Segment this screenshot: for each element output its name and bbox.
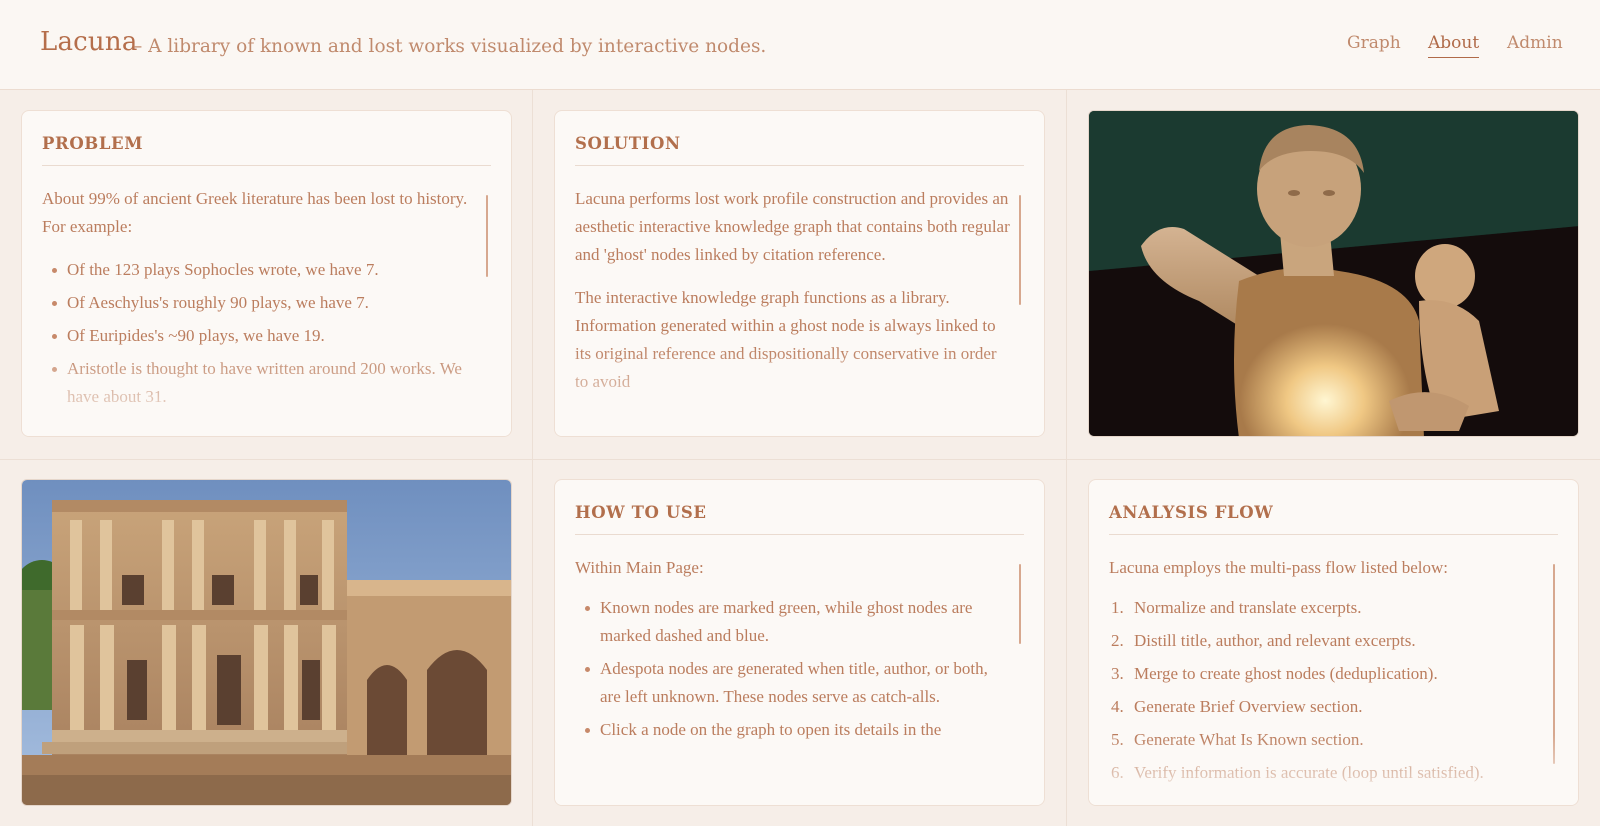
solution-paragraph: Lacuna performs lost work profile constr…	[575, 189, 1010, 264]
analysis-flow-intro: Lacuna employs the multi-pass flow liste…	[1109, 558, 1448, 577]
step-number: 3.	[1111, 664, 1124, 683]
how-to-use-scrollbar[interactable]	[1019, 564, 1021, 644]
how-to-use-card: HOW TO USE Within Main Page: Known nodes…	[554, 479, 1045, 806]
analysis-flow-card: ANALYSIS FLOW Lacuna employs the multi-p…	[1088, 479, 1579, 806]
list-item: 2. Distill title, author, and relevant ex…	[1109, 627, 1544, 655]
list-item: Of Aeschylus's roughly 90 plays, we have…	[42, 289, 477, 317]
list-item: Of Euripides's ~90 plays, we have 19.	[42, 322, 477, 350]
celsus-library-image	[22, 480, 511, 805]
analysis-flow-scrollbar[interactable]	[1553, 564, 1555, 764]
step-text: Distill title, author, and relevant exce…	[1134, 631, 1416, 650]
analysis-flow-body[interactable]: Lacuna employs the multi-pass flow liste…	[1109, 554, 1544, 805]
list-item: 5. Generate What Is Known section.	[1109, 726, 1544, 754]
list-item: Known nodes are marked green, while ghos…	[575, 594, 1010, 650]
grid-divider	[0, 459, 1600, 460]
grid-divider	[532, 90, 533, 826]
list-item: Aristotle is thought to have written aro…	[42, 355, 477, 411]
how-to-use-intro: Within Main Page:	[575, 558, 704, 577]
grid-divider	[1066, 90, 1067, 826]
solution-title: SOLUTION	[575, 134, 1024, 166]
site-header: Lacuna – A library of known and lost wor…	[0, 0, 1600, 90]
how-to-use-title: HOW TO USE	[575, 503, 1024, 535]
problem-list: Of the 123 plays Sophocles wrote, we hav…	[42, 256, 477, 411]
library-image	[21, 479, 512, 806]
problem-card: PROBLEM About 99% of ancient Greek liter…	[21, 110, 512, 437]
how-to-use-body[interactable]: Within Main Page: Known nodes are marked…	[575, 554, 1010, 805]
list-item: 1. Normalize and translate excerpts.	[1109, 594, 1544, 622]
list-item: 6. Verify information is accurate (loop u…	[1109, 759, 1544, 787]
step-number: 2.	[1111, 631, 1124, 650]
solution-scrollbar[interactable]	[1019, 195, 1021, 305]
step-text: Generate What Is Known section.	[1134, 730, 1364, 749]
problem-body[interactable]: About 99% of ancient Greek literature ha…	[42, 185, 477, 436]
nav-about[interactable]: About	[1428, 33, 1480, 58]
list-item: Adespota nodes are generated when title,…	[575, 655, 1010, 711]
solution-body[interactable]: Lacuna performs lost work profile constr…	[575, 185, 1010, 436]
solution-card: SOLUTION Lacuna performs lost work profi…	[554, 110, 1045, 437]
list-item: Of the 123 plays Sophocles wrote, we hav…	[42, 256, 477, 284]
solution-paragraph: The interactive knowledge graph function…	[575, 288, 997, 391]
problem-scrollbar[interactable]	[486, 195, 488, 277]
analysis-flow-list: 1. Normalize and translate excerpts. 2. Di…	[1109, 594, 1544, 787]
site-tagline: – A library of known and lost works visu…	[133, 36, 767, 57]
step-text: Normalize and translate excerpts.	[1134, 598, 1362, 617]
step-number: 6.	[1111, 763, 1124, 782]
analysis-flow-title: ANALYSIS FLOW	[1109, 503, 1558, 535]
nav-admin[interactable]: Admin	[1507, 33, 1563, 57]
list-item: Click a node on the graph to open its de…	[575, 716, 1010, 744]
list-item: 4. Generate Brief Overview section.	[1109, 693, 1544, 721]
problem-intro: About 99% of ancient Greek literature ha…	[42, 189, 468, 236]
site-logo[interactable]: Lacuna	[40, 27, 138, 57]
nav-graph[interactable]: Graph	[1347, 33, 1401, 57]
hermes-statue-image	[1089, 111, 1578, 436]
step-text: Merge to create ghost nodes (deduplicati…	[1134, 664, 1438, 683]
step-number: 5.	[1111, 730, 1124, 749]
problem-title: PROBLEM	[42, 134, 491, 166]
step-number: 4.	[1111, 697, 1124, 716]
step-text: Generate Brief Overview section.	[1134, 697, 1363, 716]
step-number: 1.	[1111, 598, 1124, 617]
step-text: Verify information is accurate (loop unt…	[1134, 763, 1484, 782]
statue-image	[1088, 110, 1579, 437]
list-item: 3. Merge to create ghost nodes (deduplica…	[1109, 660, 1544, 688]
how-to-use-list: Known nodes are marked green, while ghos…	[575, 594, 1010, 744]
